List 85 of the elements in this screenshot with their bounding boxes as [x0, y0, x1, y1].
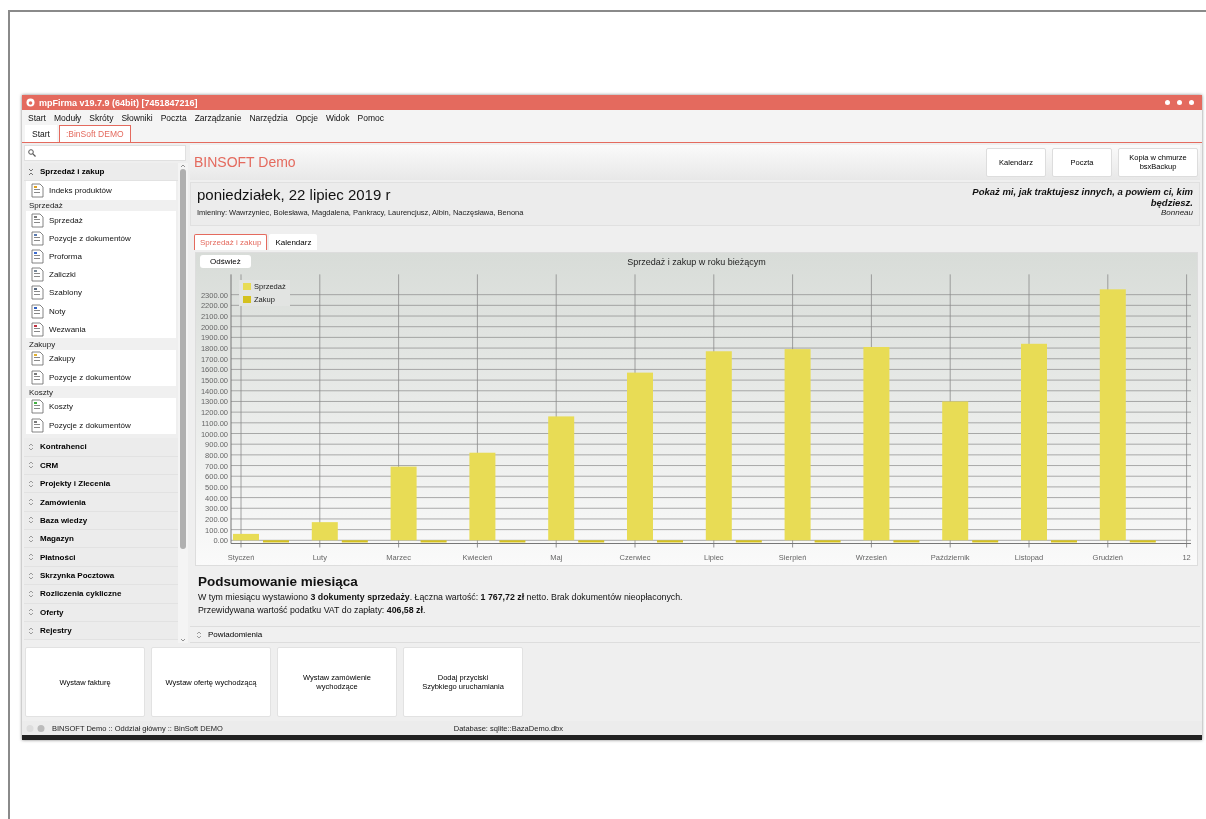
notifications-bar[interactable]: Powiadomienia: [190, 626, 1200, 643]
document-icon: [31, 212, 44, 228]
bar: [341, 540, 368, 543]
document-icon: [31, 303, 44, 319]
window-title: mpFirma v19.7.9 (64bit) [7451847216]: [39, 97, 198, 108]
summary-title: Podsumowanie miesiąca: [198, 574, 359, 590]
expand-icon[interactable]: [28, 516, 34, 525]
menu-item[interactable]: Słowniki: [117, 113, 157, 123]
summary-text: Przewidywana wartość podatku VAT do zapłaty: 406,58 zł.: [198, 605, 427, 616]
expand-icon[interactable]: [28, 553, 34, 562]
expand-icon[interactable]: [196, 630, 202, 639]
window-control-icon[interactable]: [1165, 100, 1170, 105]
bar: [420, 540, 447, 543]
window-control-icon[interactable]: [1177, 100, 1182, 105]
bar: [311, 522, 338, 541]
menu-item[interactable]: Poczta: [156, 113, 191, 123]
expand-icon[interactable]: [28, 167, 34, 176]
bar: [893, 540, 920, 543]
sidebar-item[interactable]: Zaliczki: [26, 265, 176, 284]
quote-author: Bonneau: [1160, 207, 1193, 217]
document-icon: [31, 369, 44, 385]
chart-title: Sprzedaż i zakup w roku bieżącym: [627, 256, 766, 267]
expand-icon[interactable]: [28, 608, 34, 617]
document-icon: [31, 249, 44, 265]
bar: [1129, 540, 1156, 543]
scroll-down-icon[interactable]: [180, 637, 186, 643]
document-icon: [31, 399, 44, 415]
scroll-up-icon[interactable]: [180, 163, 186, 169]
menu-item[interactable]: Zarządzanie: [190, 113, 246, 123]
document-icon: [31, 285, 44, 301]
bar: [233, 533, 259, 541]
sidebar-item[interactable]: Sprzedaż: [26, 211, 176, 230]
group-label: Zakupy: [26, 338, 176, 350]
expand-icon[interactable]: [28, 479, 34, 488]
menu-item[interactable]: Moduły: [49, 113, 86, 123]
bar: [578, 540, 605, 543]
app-logo-icon: [26, 98, 35, 107]
expand-icon[interactable]: [28, 571, 34, 580]
menu-item[interactable]: Skróty: [85, 113, 118, 123]
bar: [735, 540, 762, 543]
bar: [657, 540, 683, 543]
document-icon: [31, 230, 44, 246]
document-icon: [31, 321, 44, 337]
menu-item[interactable]: Widok: [321, 113, 354, 123]
date-text: poniedziałek, 22 lipiec 2019 r: [197, 185, 392, 203]
sidebar-item[interactable]: Koszty: [26, 397, 176, 416]
sidebar-item[interactable]: Pozycje z dokumentów: [26, 229, 176, 248]
sidebar-item[interactable]: Wezwania: [26, 320, 176, 339]
window-control-icon[interactable]: [1189, 100, 1194, 105]
sidebar-item[interactable]: Indeks produktów: [26, 181, 176, 200]
expand-icon[interactable]: [28, 461, 34, 470]
document-tab[interactable]: Start: [25, 125, 57, 142]
sidebar-item[interactable]: Pozycje z dokumentów: [26, 368, 176, 387]
status-indicator-icon: [26, 723, 46, 733]
expand-icon[interactable]: [28, 442, 34, 451]
sidebar-item[interactable]: Szablony: [26, 283, 176, 302]
group-label: Sprzedaż: [26, 199, 176, 212]
expand-icon[interactable]: [28, 626, 34, 635]
quote-text: Pokaż mi, jak traktujesz innych, a powiem ci, kim będziesz.: [971, 185, 1193, 208]
menu-item[interactable]: Opcje: [291, 113, 322, 123]
content-tab[interactable]: Kalendarz: [269, 233, 318, 250]
summary-text: W tym miesiącu wystawiono 3 dokumenty sprzedaży. Łączna wartość: 1 767,72 zł netto. Brak dokumentów nieopłaconych.: [198, 592, 684, 603]
expand-icon[interactable]: [28, 589, 34, 598]
search-icon: [28, 149, 36, 157]
expand-icon[interactable]: [28, 498, 34, 506]
sidebar-item[interactable]: Pozycje z dokumentów: [26, 415, 176, 435]
scrollbar[interactable]: [178, 163, 188, 643]
menu-item[interactable]: Narzędzia: [245, 113, 292, 123]
sidebar-item[interactable]: Proforma: [26, 247, 176, 266]
document-icon: [31, 267, 44, 283]
sidebar-item[interactable]: Zakupy: [26, 349, 176, 369]
page-title: BINSOFT Demo: [194, 154, 296, 171]
bar: [499, 540, 526, 543]
bar: [1051, 540, 1077, 543]
sidebar-item[interactable]: Noty: [26, 302, 176, 321]
bar: [814, 540, 841, 543]
document-icon: [31, 351, 44, 367]
menu-item[interactable]: Pomoc: [353, 113, 388, 123]
menu-item[interactable]: Start: [24, 113, 50, 123]
group-label: Koszty: [26, 386, 176, 398]
expand-icon[interactable]: [28, 534, 34, 543]
search-field[interactable]: [24, 145, 186, 161]
refresh-button[interactable]: Odśwież: [200, 255, 251, 269]
bar: [263, 540, 289, 543]
bar: [972, 540, 999, 543]
